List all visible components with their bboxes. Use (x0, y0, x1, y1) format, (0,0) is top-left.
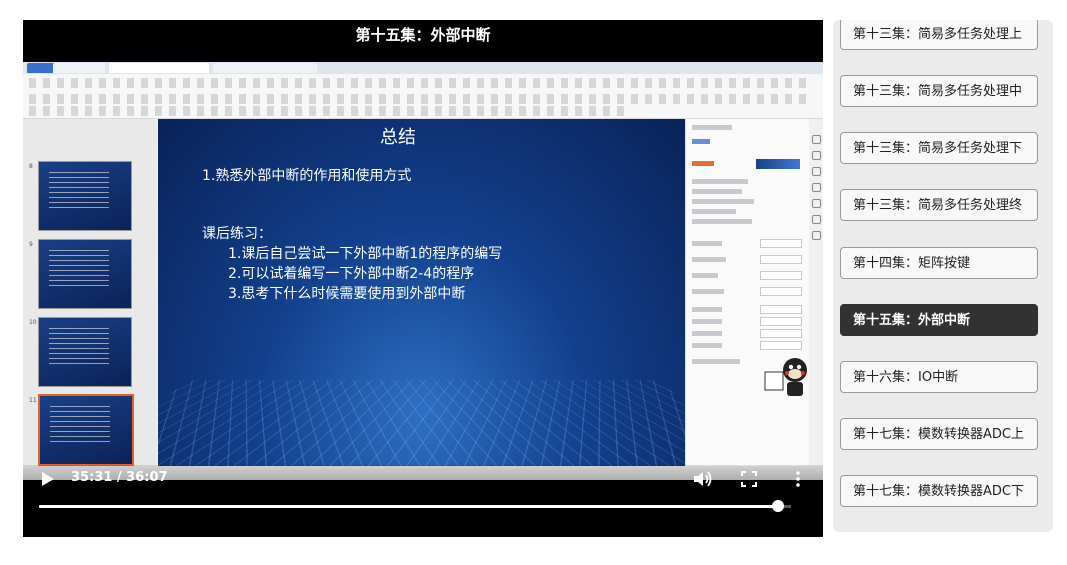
frame-tab (213, 63, 317, 73)
episode-item[interactable]: 第十七集：模数转换器ADC下 (840, 475, 1038, 507)
video-frame: 8 9 10 11 总结 1.熟悉外部中断的作用和使用方式 课后练习： 1.课后… (23, 62, 823, 480)
frame-slide: 总结 1.熟悉外部中断的作用和使用方式 课后练习： 1.课后自己尝试一下外部中断… (158, 119, 685, 466)
frame-slide-thumbnails: 8 9 10 11 (23, 119, 157, 480)
video-player[interactable]: 第十五集：外部中断 8 9 10 11 总结 1.熟悉外部中断的作用和使用方式 … (23, 20, 823, 537)
frame-browser-tabs (23, 62, 823, 74)
progress-fill (39, 505, 778, 508)
episode-item[interactable]: 第十七集：模数转换器ADC上 (840, 418, 1038, 450)
volume-icon[interactable] (693, 470, 713, 488)
episode-item[interactable]: 第十六集：IO中断 (840, 361, 1038, 393)
frame-side-toolbar (809, 119, 823, 480)
play-icon[interactable] (41, 471, 55, 487)
episode-item[interactable]: 第十四集：矩阵按键 (840, 247, 1038, 279)
more-options-icon[interactable] (793, 470, 803, 488)
progress-handle[interactable] (772, 500, 784, 512)
episode-item-active[interactable]: 第十五集：外部中断 (840, 304, 1038, 336)
time-display: 35:31 / 36:07 (71, 470, 168, 485)
frame-thumbnail (38, 317, 132, 387)
frame-ribbon-menu (29, 78, 809, 88)
frame-tab (53, 63, 105, 73)
episode-playlist: 第十三集：简易多任务处理上 第十三集：简易多任务处理中 第十三集：简易多任务处理下第… (833, 20, 1053, 532)
frame-ribbon-tools (29, 106, 629, 116)
frame-property-pane (685, 119, 810, 480)
fullscreen-icon[interactable] (741, 471, 757, 487)
page-text-below (62, 555, 862, 565)
frame-window-controls (765, 63, 823, 73)
slide-line: 2.可以试着编写一下外部中断2-4的程序 (228, 263, 474, 283)
episode-item[interactable]: 第十三集：简易多任务处理下 (840, 132, 1038, 164)
mascot-sticker-icon (763, 352, 813, 402)
video-title: 第十五集：外部中断 (23, 20, 823, 62)
episode-item[interactable]: 第十三集：简易多任务处理中 (840, 75, 1038, 107)
frame-thumbnail (38, 239, 132, 309)
episode-item[interactable]: 第十三集：简易多任务处理上 (840, 20, 1038, 50)
progress-bar[interactable] (39, 505, 791, 508)
frame-tab (109, 63, 209, 73)
slide-line: 课后练习： (202, 223, 272, 243)
slide-line: 3.思考下什么时候需要使用到外部中断 (228, 283, 465, 303)
player-controls: 35:31 / 36:07 (23, 465, 823, 537)
slide-title: 总结 (158, 123, 638, 149)
frame-thumbnail (38, 161, 132, 231)
episode-item[interactable]: 第十三集：简易多任务处理终 (840, 189, 1038, 221)
frame-ribbon (23, 74, 823, 119)
slide-hex-background (158, 380, 685, 466)
frame-ribbon-tools (29, 94, 809, 104)
frame-thumbnail-selected (38, 394, 134, 466)
slide-line: 1.课后自己尝试一下外部中断1的程序的编写 (228, 243, 502, 263)
slide-line: 1.熟悉外部中断的作用和使用方式 (202, 165, 411, 185)
